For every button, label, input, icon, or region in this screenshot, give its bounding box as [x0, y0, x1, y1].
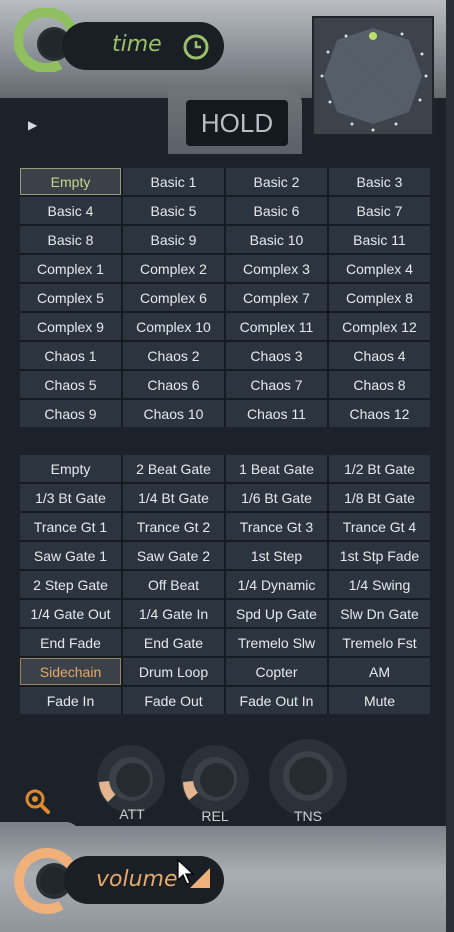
preset-cell[interactable]: Chaos 8 [329, 371, 430, 398]
preset-cell[interactable]: Complex 9 [20, 313, 121, 340]
preset-cell[interactable]: Spd Up Gate [226, 600, 327, 627]
preset-cell[interactable]: 1/4 Gate Out [20, 600, 121, 627]
lfo-scope[interactable] [312, 16, 434, 136]
preset-cell[interactable]: Complex 10 [123, 313, 224, 340]
preset-cell[interactable]: Complex 3 [226, 255, 327, 282]
zoom-icon[interactable] [22, 786, 52, 816]
preset-cell[interactable]: Basic 7 [329, 197, 430, 224]
preset-cell[interactable]: Trance Gt 3 [226, 513, 327, 540]
preset-cell[interactable]: Fade Out [123, 687, 224, 714]
preset-cell[interactable]: Basic 6 [226, 197, 327, 224]
preset-cell[interactable]: Chaos 1 [20, 342, 121, 369]
preset-cell[interactable]: Drum Loop [123, 658, 224, 685]
preset-cell[interactable]: Chaos 11 [226, 400, 327, 427]
preset-cell[interactable]: Chaos 4 [329, 342, 430, 369]
preset-cell[interactable]: 1/3 Bt Gate [20, 484, 121, 511]
preset-cell[interactable]: Complex 7 [226, 284, 327, 311]
preset-cell[interactable]: Chaos 6 [123, 371, 224, 398]
preset-cell[interactable]: Copter [226, 658, 327, 685]
tns-label: TNS [294, 808, 322, 824]
preset-cell[interactable]: 1 Beat Gate [226, 455, 327, 482]
preset-cell[interactable]: Saw Gate 2 [123, 542, 224, 569]
preset-cell[interactable]: Complex 4 [329, 255, 430, 282]
preset-cell[interactable]: 1/4 Gate In [123, 600, 224, 627]
preset-cell[interactable]: End Gate [123, 629, 224, 656]
att-knob[interactable] [94, 742, 168, 816]
preset-cell[interactable]: Basic 9 [123, 226, 224, 253]
preset-cell[interactable]: 1st Step [226, 542, 327, 569]
header-left-bar [0, 98, 168, 154]
clock-icon[interactable] [182, 33, 210, 61]
preset-cell[interactable]: Basic 4 [20, 197, 121, 224]
preset-cell[interactable]: Basic 11 [329, 226, 430, 253]
preset-cell[interactable]: Tremelo Slw [226, 629, 327, 656]
preset-cell[interactable]: Complex 5 [20, 284, 121, 311]
window-edge [446, 0, 454, 932]
mouse-cursor-icon [177, 858, 195, 885]
hold-button[interactable]: HOLD [186, 100, 288, 146]
preset-cell[interactable]: 1/4 Dynamic [226, 571, 327, 598]
gate-preset-grid: Empty 2 Beat Gate 1 Beat Gate 1/2 Bt Gate 1/… [20, 455, 430, 714]
preset-cell[interactable]: Trance Gt 4 [329, 513, 430, 540]
att-label: ATT [119, 806, 145, 822]
time-label: time [112, 32, 162, 57]
preset-cell[interactable]: 1/2 Bt Gate [329, 455, 430, 482]
preset-cell[interactable]: Off Beat [123, 571, 224, 598]
lfo-preset-grid: Empty Basic 1 Basic 2 Basic 3 Basic 4 Basic 5… [20, 168, 430, 427]
preset-cell[interactable]: Fade In [20, 687, 121, 714]
preset-cell[interactable]: Complex 12 [329, 313, 430, 340]
preset-cell[interactable]: Sidechain [20, 658, 121, 685]
preset-cell[interactable]: 1st Stp Fade [329, 542, 430, 569]
preset-cell[interactable]: Chaos 10 [123, 400, 224, 427]
preset-cell[interactable]: 1/8 Bt Gate [329, 484, 430, 511]
preset-cell[interactable]: Complex 2 [123, 255, 224, 282]
preset-cell[interactable]: Complex 6 [123, 284, 224, 311]
preset-cell[interactable]: Chaos 3 [226, 342, 327, 369]
preset-cell[interactable]: Basic 3 [329, 168, 430, 195]
preset-cell[interactable]: Chaos 12 [329, 400, 430, 427]
expand-arrow-icon[interactable]: ▶ [28, 118, 37, 132]
scope-graph [320, 28, 428, 132]
preset-cell[interactable]: Chaos 5 [20, 371, 121, 398]
preset-cell[interactable]: Basic 2 [226, 168, 327, 195]
preset-cell[interactable]: Basic 5 [123, 197, 224, 224]
preset-cell[interactable]: 1/6 Bt Gate [226, 484, 327, 511]
preset-cell[interactable]: 2 Beat Gate [123, 455, 224, 482]
preset-cell[interactable]: Complex 11 [226, 313, 327, 340]
preset-cell[interactable]: 2 Step Gate [20, 571, 121, 598]
rel-label: REL [201, 808, 229, 824]
preset-cell[interactable]: Tremelo Fst [329, 629, 430, 656]
preset-cell[interactable]: Trance Gt 1 [20, 513, 121, 540]
preset-cell[interactable]: Chaos 9 [20, 400, 121, 427]
preset-cell[interactable]: Saw Gate 1 [20, 542, 121, 569]
preset-cell[interactable]: Fade Out In [226, 687, 327, 714]
preset-cell[interactable]: Basic 10 [226, 226, 327, 253]
preset-cell[interactable]: 1/4 Swing [329, 571, 430, 598]
preset-cell[interactable]: Basic 1 [123, 168, 224, 195]
preset-cell[interactable]: 1/4 Bt Gate [123, 484, 224, 511]
preset-cell[interactable]: Empty [20, 168, 121, 195]
preset-cell[interactable]: Trance Gt 2 [123, 513, 224, 540]
preset-cell[interactable]: Chaos 2 [123, 342, 224, 369]
preset-cell[interactable]: Complex 8 [329, 284, 430, 311]
preset-cell[interactable]: Empty [20, 455, 121, 482]
preset-cell[interactable]: Complex 1 [20, 255, 121, 282]
preset-cell[interactable]: AM [329, 658, 430, 685]
preset-cell[interactable]: Basic 8 [20, 226, 121, 253]
preset-cell[interactable]: End Fade [20, 629, 121, 656]
volume-label: volume [96, 867, 178, 892]
rel-knob[interactable] [178, 742, 252, 816]
preset-cell[interactable]: Slw Dn Gate [329, 600, 430, 627]
preset-cell[interactable]: Chaos 7 [226, 371, 327, 398]
preset-cell[interactable]: Mute [329, 687, 430, 714]
